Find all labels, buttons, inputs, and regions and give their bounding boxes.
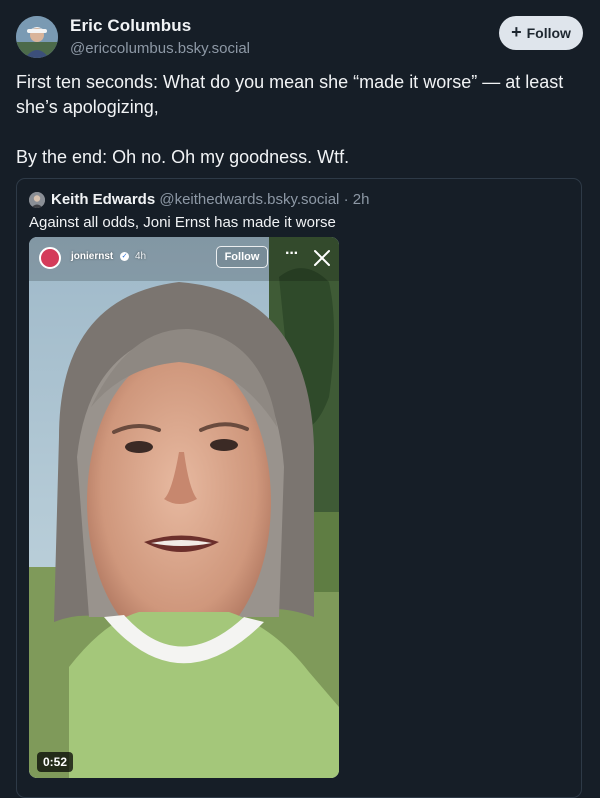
quote-separator: · bbox=[343, 191, 349, 208]
instagram-story-header: joniernst ✓ 4h Follow ··· bbox=[29, 237, 339, 277]
quote-author-handle[interactable]: @keithedwards.bsky.social bbox=[159, 191, 339, 208]
quote-time: 2h bbox=[352, 191, 370, 208]
instagram-avatar[interactable] bbox=[39, 247, 61, 269]
post: Eric Columbus @ericcolumbus.bsky.social … bbox=[0, 0, 600, 798]
post-text: First ten seconds: What do you mean she … bbox=[16, 72, 564, 167]
follow-button[interactable]: + Follow bbox=[499, 16, 583, 50]
video-duration: 0:52 bbox=[37, 752, 74, 772]
close-icon[interactable] bbox=[313, 249, 331, 267]
follow-button-label: Follow bbox=[526, 25, 571, 41]
author-avatar[interactable] bbox=[16, 16, 58, 58]
quote-author-name[interactable]: Keith Edwards bbox=[51, 191, 155, 208]
instagram-time: 4h bbox=[135, 251, 147, 262]
quote-text: Against all odds, Joni Ernst has made it… bbox=[29, 214, 336, 231]
quote-header: Keith Edwards @keithedwards.bsky.social … bbox=[51, 191, 369, 208]
more-horizontal-icon[interactable]: ··· bbox=[285, 245, 299, 263]
video-player[interactable]: joniernst ✓ 4h Follow ··· 0:52 bbox=[29, 237, 339, 778]
author-name[interactable]: Eric Columbus bbox=[70, 16, 191, 36]
verified-badge-icon: ✓ bbox=[120, 252, 129, 261]
quoted-post[interactable]: Keith Edwards @keithedwards.bsky.social … bbox=[16, 178, 582, 798]
video-frame bbox=[29, 237, 339, 778]
plus-icon: + bbox=[511, 22, 522, 42]
quote-author-avatar[interactable] bbox=[29, 192, 45, 208]
instagram-follow-button[interactable]: Follow bbox=[216, 246, 268, 268]
instagram-username[interactable]: joniernst bbox=[71, 251, 113, 262]
author-handle[interactable]: @ericcolumbus.bsky.social bbox=[70, 40, 250, 57]
